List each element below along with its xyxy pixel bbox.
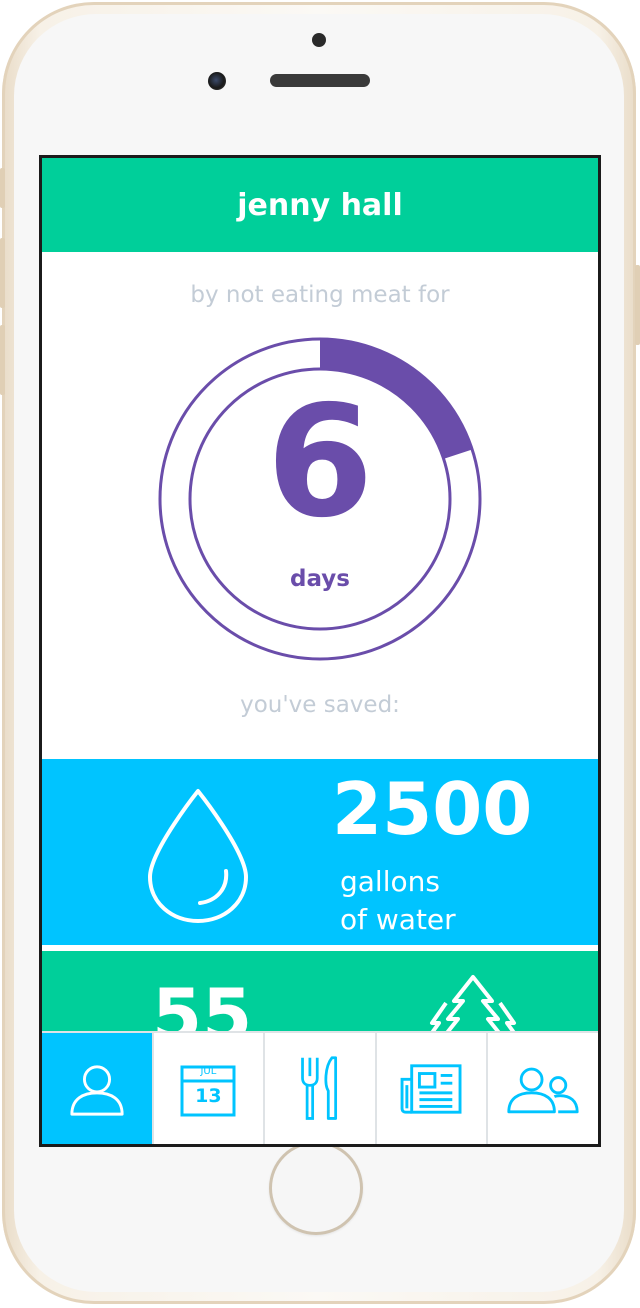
front-camera-icon xyxy=(208,72,226,90)
water-unit: gallons of water xyxy=(340,863,456,939)
calendar-day: 13 xyxy=(195,1085,222,1107)
calendar-month: JUL xyxy=(200,1066,217,1077)
app-header: jenny hall xyxy=(42,158,598,252)
water-unit-line1: gallons xyxy=(340,865,440,898)
earpiece-speaker xyxy=(270,74,370,87)
community-icon xyxy=(507,1067,579,1113)
power-button xyxy=(635,265,640,345)
tab-calendar[interactable]: JUL 13 xyxy=(154,1033,266,1144)
water-drop-icon xyxy=(148,789,248,923)
fork-knife-icon xyxy=(301,1055,338,1120)
water-value: 2500 xyxy=(332,767,533,851)
days-unit: days xyxy=(290,566,350,592)
saved-label: you've saved: xyxy=(240,692,400,718)
tab-bar: JUL 13 xyxy=(42,1031,598,1144)
volume-up-button xyxy=(0,238,5,308)
tab-profile[interactable] xyxy=(42,1033,154,1144)
user-name: jenny hall xyxy=(237,187,403,223)
tab-community[interactable] xyxy=(488,1033,598,1144)
tab-news[interactable] xyxy=(377,1033,489,1144)
profile-icon xyxy=(70,1064,124,1116)
forest-saved-card[interactable]: 55 xyxy=(42,951,598,1041)
days-count: 6 xyxy=(266,373,374,552)
tab-meals[interactable] xyxy=(265,1033,377,1144)
mute-switch xyxy=(0,168,5,208)
streak-lead-text: by not eating meat for xyxy=(190,282,450,308)
water-saved-card[interactable]: 2500 gallons of water xyxy=(42,759,598,945)
proximity-sensor xyxy=(312,33,326,47)
app-view: jenny hall by not eating meat for 6 days… xyxy=(42,158,598,1144)
newspaper-icon xyxy=(400,1063,462,1114)
screen: jenny hall by not eating meat for 6 days… xyxy=(39,155,601,1147)
volume-down-button xyxy=(0,325,5,395)
water-unit-line2: of water xyxy=(340,903,456,936)
home-button[interactable] xyxy=(269,1141,363,1235)
